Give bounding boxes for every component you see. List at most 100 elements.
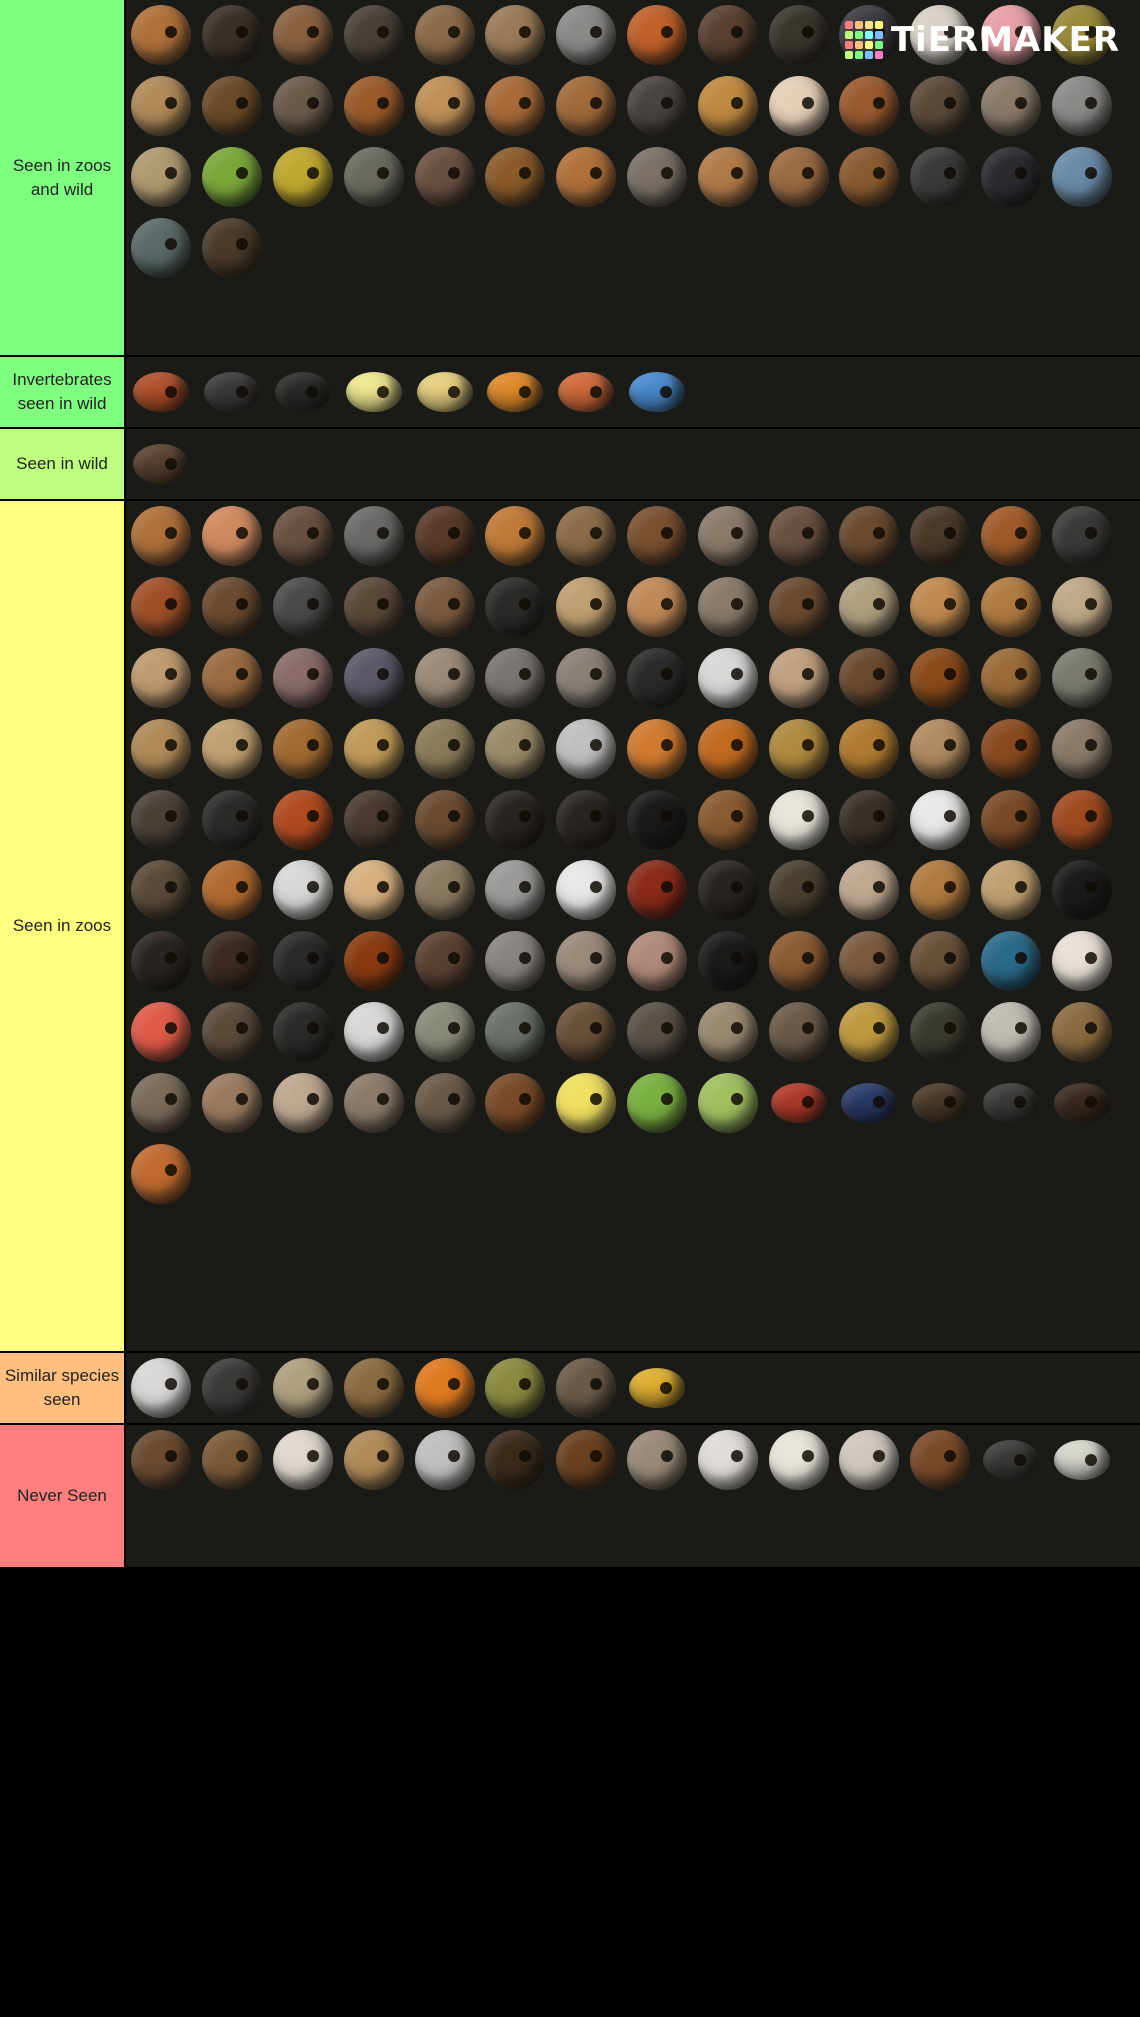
swallowtail-butterfly-icon[interactable]	[409, 357, 480, 427]
harlequin-beetle-icon[interactable]	[1046, 1425, 1117, 1495]
highland-cow-icon[interactable]	[976, 501, 1047, 572]
tegu-icon[interactable]	[338, 1067, 409, 1138]
wild-ass-icon[interactable]	[763, 643, 834, 714]
alligator-icon[interactable]	[126, 142, 197, 213]
shoebill-icon[interactable]	[197, 997, 268, 1068]
crocodile-icon[interactable]	[126, 212, 197, 283]
warthog-tusked-icon[interactable]	[126, 1425, 197, 1495]
gecko-icon[interactable]	[480, 142, 551, 213]
anaconda-icon[interactable]	[268, 142, 339, 213]
porcupine-icon[interactable]	[763, 0, 834, 71]
cheetah-icon[interactable]	[338, 713, 409, 784]
gnu-icon[interactable]	[338, 572, 409, 643]
goat-icon[interactable]	[763, 572, 834, 643]
leopard-icon[interactable]	[763, 713, 834, 784]
giraffe-icon[interactable]	[480, 501, 551, 572]
nile-crocodile-icon[interactable]	[551, 997, 622, 1068]
proboscis-monkey-icon[interactable]	[905, 855, 976, 926]
spectacled-bear-icon[interactable]	[834, 784, 905, 855]
flying-fox-icon[interactable]	[126, 429, 197, 499]
siamang-icon[interactable]	[1046, 855, 1117, 926]
anteater-icon[interactable]	[409, 926, 480, 997]
monitor-lizard-icon[interactable]	[905, 997, 976, 1068]
tier-items[interactable]	[126, 429, 1140, 499]
musk-ox-icon[interactable]	[692, 572, 763, 643]
maned-wolf-icon[interactable]	[1046, 784, 1117, 855]
beaver-icon[interactable]	[905, 1425, 976, 1495]
king-penguin-icon[interactable]	[268, 997, 339, 1068]
emu-icon[interactable]	[905, 142, 976, 213]
walrus-icon[interactable]	[409, 784, 480, 855]
raccoon-icon[interactable]	[268, 71, 339, 142]
sea-lion-icon[interactable]	[338, 71, 409, 142]
kodiak-bear-icon[interactable]	[976, 784, 1047, 855]
bat-icon[interactable]	[692, 0, 763, 71]
yellow-scorpion-icon[interactable]	[622, 1353, 693, 1423]
pill-millipede-icon[interactable]	[763, 1067, 834, 1138]
wolf-icon[interactable]	[551, 0, 622, 71]
kiwi-icon[interactable]	[905, 926, 976, 997]
indri-icon[interactable]	[763, 1425, 834, 1495]
reindeer-icon[interactable]	[692, 501, 763, 572]
wild-boar-icon[interactable]	[197, 0, 268, 71]
capuchin-icon[interactable]	[763, 71, 834, 142]
saki-icon[interactable]	[692, 855, 763, 926]
american-alligator-icon[interactable]	[480, 997, 551, 1068]
ruffed-lemur-icon[interactable]	[551, 855, 622, 926]
gazelle-icon[interactable]	[622, 572, 693, 643]
tier-label[interactable]: Similar species seen	[0, 1353, 124, 1423]
african-penguin-icon[interactable]	[338, 997, 409, 1068]
kangaroo-icon[interactable]	[692, 142, 763, 213]
sable-antelope-icon[interactable]	[480, 572, 551, 643]
snapping-turtle-icon[interactable]	[338, 142, 409, 213]
bobcat-icon[interactable]	[126, 713, 197, 784]
cape-buffalo-icon[interactable]	[1046, 501, 1117, 572]
arctic-wolf-icon[interactable]	[268, 855, 339, 926]
dall-sheep-icon[interactable]	[268, 1425, 339, 1495]
pallas-cat-icon[interactable]	[1046, 643, 1117, 714]
red-deer-icon[interactable]	[622, 501, 693, 572]
katydid-icon[interactable]	[692, 1067, 763, 1138]
warthog-icon[interactable]	[268, 501, 339, 572]
springbok-icon[interactable]	[551, 572, 622, 643]
wildebeest-icon[interactable]	[268, 572, 339, 643]
african-wild-dog-icon[interactable]	[126, 855, 197, 926]
tier-items[interactable]	[126, 1425, 1140, 1567]
honey-badger-icon[interactable]	[197, 784, 268, 855]
lion-icon[interactable]	[834, 713, 905, 784]
pangolin-icon[interactable]	[409, 855, 480, 926]
dhole-icon[interactable]	[197, 855, 268, 926]
giant-snail-icon[interactable]	[126, 1138, 197, 1209]
grizzly-bear-icon[interactable]	[551, 1425, 622, 1495]
wombat-icon[interactable]	[622, 71, 693, 142]
yak-icon[interactable]	[905, 572, 976, 643]
deer-icon[interactable]	[268, 0, 339, 71]
wombat-zoo-icon[interactable]	[763, 926, 834, 997]
tapir-icon[interactable]	[622, 643, 693, 714]
jaguar-icon[interactable]	[692, 71, 763, 142]
jumping-spider-icon[interactable]	[1046, 1067, 1117, 1138]
brimstone-butterfly-icon[interactable]	[338, 357, 409, 427]
gharial-icon[interactable]	[409, 997, 480, 1068]
rooster-icon[interactable]	[1046, 926, 1117, 997]
thomsons-gazelle-icon[interactable]	[126, 643, 197, 714]
markhor-icon[interactable]	[409, 572, 480, 643]
snake-icon[interactable]	[197, 212, 268, 283]
horse-icon[interactable]	[905, 643, 976, 714]
dart-frog-icon[interactable]	[409, 1353, 480, 1423]
baboon-icon[interactable]	[834, 855, 905, 926]
snow-leopard-icon[interactable]	[551, 713, 622, 784]
black-rhino-icon[interactable]	[480, 643, 551, 714]
japanese-macaque-icon[interactable]	[834, 1425, 905, 1495]
galapagos-tortoise-icon[interactable]	[692, 997, 763, 1068]
hippo-icon[interactable]	[268, 643, 339, 714]
king-snake-icon[interactable]	[268, 1067, 339, 1138]
llama-icon[interactable]	[480, 71, 551, 142]
golden-frog-icon[interactable]	[551, 1067, 622, 1138]
elk-icon[interactable]	[551, 501, 622, 572]
donkey-icon[interactable]	[834, 643, 905, 714]
tier-label[interactable]: Invertebrates seen in wild	[0, 357, 124, 427]
salamander-icon[interactable]	[409, 1067, 480, 1138]
koala-icon[interactable]	[622, 142, 693, 213]
orangutan-icon[interactable]	[338, 926, 409, 997]
